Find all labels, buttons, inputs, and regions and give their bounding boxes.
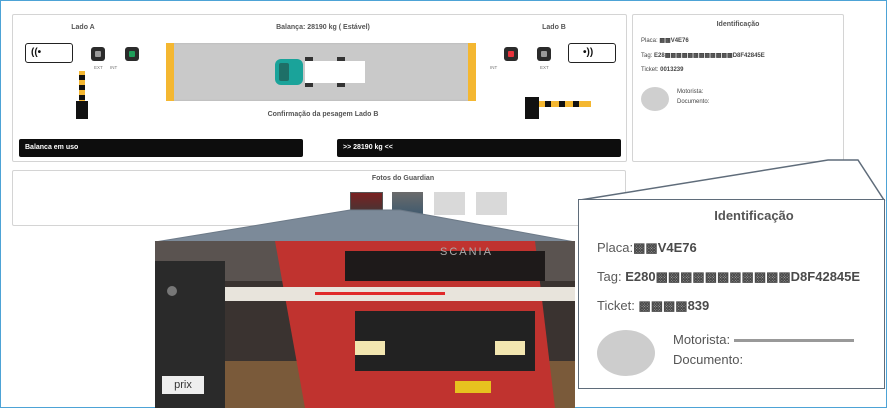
truck-icon: [275, 57, 365, 87]
tag-value: E28▩▩▩▩▩▩▩▩▩▩▩▩D8F42845E: [654, 53, 765, 59]
ext-label-b: EXT: [540, 65, 549, 70]
plate-row: Placa: ▩▩V4E76: [641, 38, 689, 44]
driver-avatar: [641, 87, 669, 111]
ticket-row: Ticket: 0013239: [641, 67, 684, 73]
identification-zoom-panel: Identificação Placa:▩▩V4E76 Tag: E280▩▩▩…: [578, 199, 885, 389]
sensor-b-button[interactable]: •)): [568, 43, 616, 63]
ticket-value: ▩▩▩▩839: [638, 298, 710, 313]
plate-value: ▩▩V4E76: [659, 38, 689, 44]
ticket-row-zoom: Ticket: ▩▩▩▩839: [597, 298, 710, 313]
confirmation-text: Confirmação da pesagem Lado B: [267, 111, 379, 118]
lamp-a-ext: [91, 47, 105, 61]
barrier-b-lowered-icon: [525, 97, 591, 119]
barrier-a-raised-icon: [76, 71, 88, 119]
sensor-a-button[interactable]: ((•: [25, 43, 73, 63]
truck-photo: [155, 241, 575, 408]
lamp-b-int: [504, 47, 518, 61]
lamp-a-int: [125, 47, 139, 61]
int-label-b: INT: [490, 65, 498, 70]
truck-logo-text: SCANIA: [440, 246, 493, 258]
tag-value: E280▩▩▩▩▩▩▩▩▩▩▩D8F42845E: [625, 269, 861, 284]
balance-status: Balança: 28190 kg ( Estável): [276, 24, 370, 31]
side-a-label: Lado A: [71, 24, 95, 31]
ext-label-a: EXT: [94, 65, 103, 70]
driver-redaction: [733, 339, 854, 343]
identification-title: Identificação: [716, 21, 760, 28]
photos-title: Fotos do Guardian: [371, 175, 435, 182]
lamp-b-ext: [537, 47, 551, 61]
driver-avatar-zoom: [597, 330, 655, 376]
int-label-a: INT: [110, 65, 118, 70]
driver-row-zoom: Motorista:: [673, 332, 854, 347]
document-label-zoom: Documento:: [673, 352, 744, 367]
side-b-label: Lado B: [542, 24, 566, 31]
identification-zoom-title: Identificação: [714, 208, 794, 223]
document-label: Documento:: [677, 99, 710, 105]
identification-panel: Identificação Placa: ▩▩V4E76 Tag: E28▩▩▩…: [632, 14, 844, 162]
weight-display: >> 28190 kg <<: [337, 139, 621, 157]
driver-label: Motorista:: [677, 89, 704, 95]
status-bar: Balanca em uso: [19, 139, 303, 157]
plate-row-zoom: Placa:▩▩V4E76: [597, 240, 697, 255]
ticket-value: 0013239: [660, 67, 684, 73]
signal-icon: ((•: [31, 47, 42, 58]
signal-icon: •)): [583, 47, 594, 58]
driver-label: Motorista:: [673, 332, 731, 347]
identification-zoom-connector: [579, 159, 886, 201]
scale-panel: Lado A Balança: 28190 kg ( Estável) Lado…: [12, 14, 627, 162]
tag-row-zoom: Tag: E280▩▩▩▩▩▩▩▩▩▩▩D8F42845E: [597, 269, 861, 284]
plate-value: ▩▩V4E76: [633, 240, 697, 255]
camera-brand-label: prix: [162, 376, 204, 394]
tag-row: Tag: E28▩▩▩▩▩▩▩▩▩▩▩▩D8F42845E: [641, 53, 765, 59]
photo-zoom-connector: [154, 209, 576, 243]
